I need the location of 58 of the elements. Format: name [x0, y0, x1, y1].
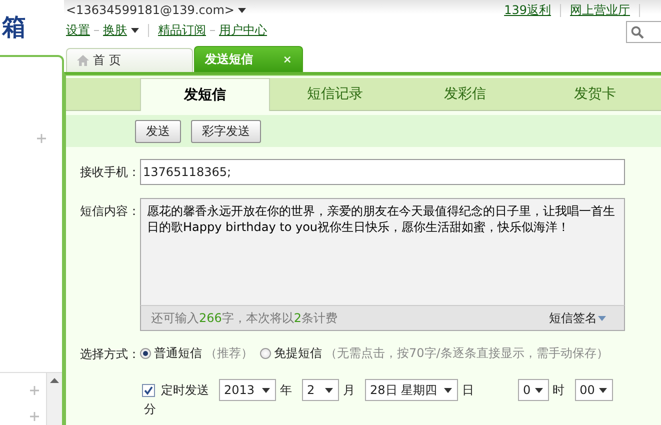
- header-link[interactable]: 网上营业厅: [570, 2, 630, 18]
- unit-label: 分: [144, 401, 156, 418]
- header-link[interactable]: 设置: [66, 22, 90, 39]
- header-link[interactable]: 精品订阅: [158, 22, 206, 39]
- unit-label: 时: [552, 382, 565, 398]
- compose-tab[interactable]: 发贺卡: [530, 78, 660, 110]
- dropdown-select[interactable]: 2013: [219, 379, 276, 401]
- dropdown-select[interactable]: 28日 星期四: [365, 379, 458, 401]
- recipient-field[interactable]: 13765118365;: [140, 159, 625, 185]
- toolbar-button[interactable]: 发送: [135, 120, 181, 142]
- header-link[interactable]: 换肤: [103, 22, 139, 39]
- checkbox[interactable]: [142, 384, 155, 396]
- option-note: （无需点击，按70字/条逐条直接显示，需手动保存）: [325, 345, 608, 362]
- select-value: 2013: [224, 383, 255, 397]
- compose-tab[interactable]: 发短信: [140, 78, 270, 111]
- select-value: 2: [307, 383, 315, 397]
- logo-text: 箱: [2, 12, 26, 42]
- compose-tab[interactable]: 短信记录: [270, 78, 400, 110]
- scroll-up-icon[interactable]: [50, 378, 59, 383]
- dropdown-select[interactable]: 00: [574, 379, 613, 401]
- search-field[interactable]: [626, 21, 661, 43]
- caret-icon: [598, 388, 607, 392]
- unit-label: 年: [280, 382, 292, 398]
- select-value: 28日 星期四: [370, 382, 438, 398]
- character-counter: 还可输入266字，本次将以2条计费: [151, 310, 338, 326]
- header-link[interactable]: 139返利: [504, 2, 551, 18]
- header-link[interactable]: 用户中心: [219, 22, 267, 39]
- message-field[interactable]: 愿花的馨香永远开放在你的世界，亲爱的朋友在今天最值得纪念的日子里，让我唱一首生日的歌Happy birthday to you祝你生日快乐，愿你生活甜如蜜，快乐似海洋！: [140, 198, 625, 305]
- toolbar-button[interactable]: 彩字发送: [191, 120, 261, 142]
- search-icon: [631, 26, 644, 38]
- select-value: 0: [523, 383, 531, 397]
- caret-icon: [598, 316, 606, 320]
- radio-button[interactable]: [260, 348, 271, 359]
- dropdown-select[interactable]: 2: [302, 379, 339, 401]
- signature-dropdown[interactable]: 短信签名: [549, 310, 606, 326]
- field-label: 短信内容：: [80, 203, 140, 219]
- unit-label: 日: [462, 382, 474, 398]
- caret-icon: [444, 388, 452, 392]
- option-label[interactable]: 普通短信: [154, 345, 202, 362]
- checkbox-label[interactable]: 定时发送: [161, 382, 209, 398]
- compose-tab[interactable]: 发彩信: [400, 78, 530, 110]
- field-label: 选择方式：: [80, 346, 140, 362]
- tab-label: 发送短信: [205, 51, 253, 68]
- caret-icon: [262, 388, 270, 392]
- select-value: 00: [580, 383, 595, 397]
- unit-label: 月: [343, 382, 355, 398]
- radio-button[interactable]: [140, 348, 151, 359]
- tab[interactable]: 首 页: [66, 48, 193, 72]
- checkmark-icon: [144, 386, 153, 394]
- option-note: （推荐）: [205, 345, 253, 362]
- scrollbar[interactable]: [46, 373, 62, 425]
- caret-icon: [534, 388, 543, 392]
- field-label: 接收手机：: [80, 164, 140, 180]
- caret-icon: [325, 388, 333, 392]
- home-icon: [77, 55, 89, 66]
- dropdown-select[interactable]: 0: [518, 379, 549, 401]
- tab-label: 首 页: [93, 52, 121, 69]
- option-label[interactable]: 免提短信: [274, 345, 322, 362]
